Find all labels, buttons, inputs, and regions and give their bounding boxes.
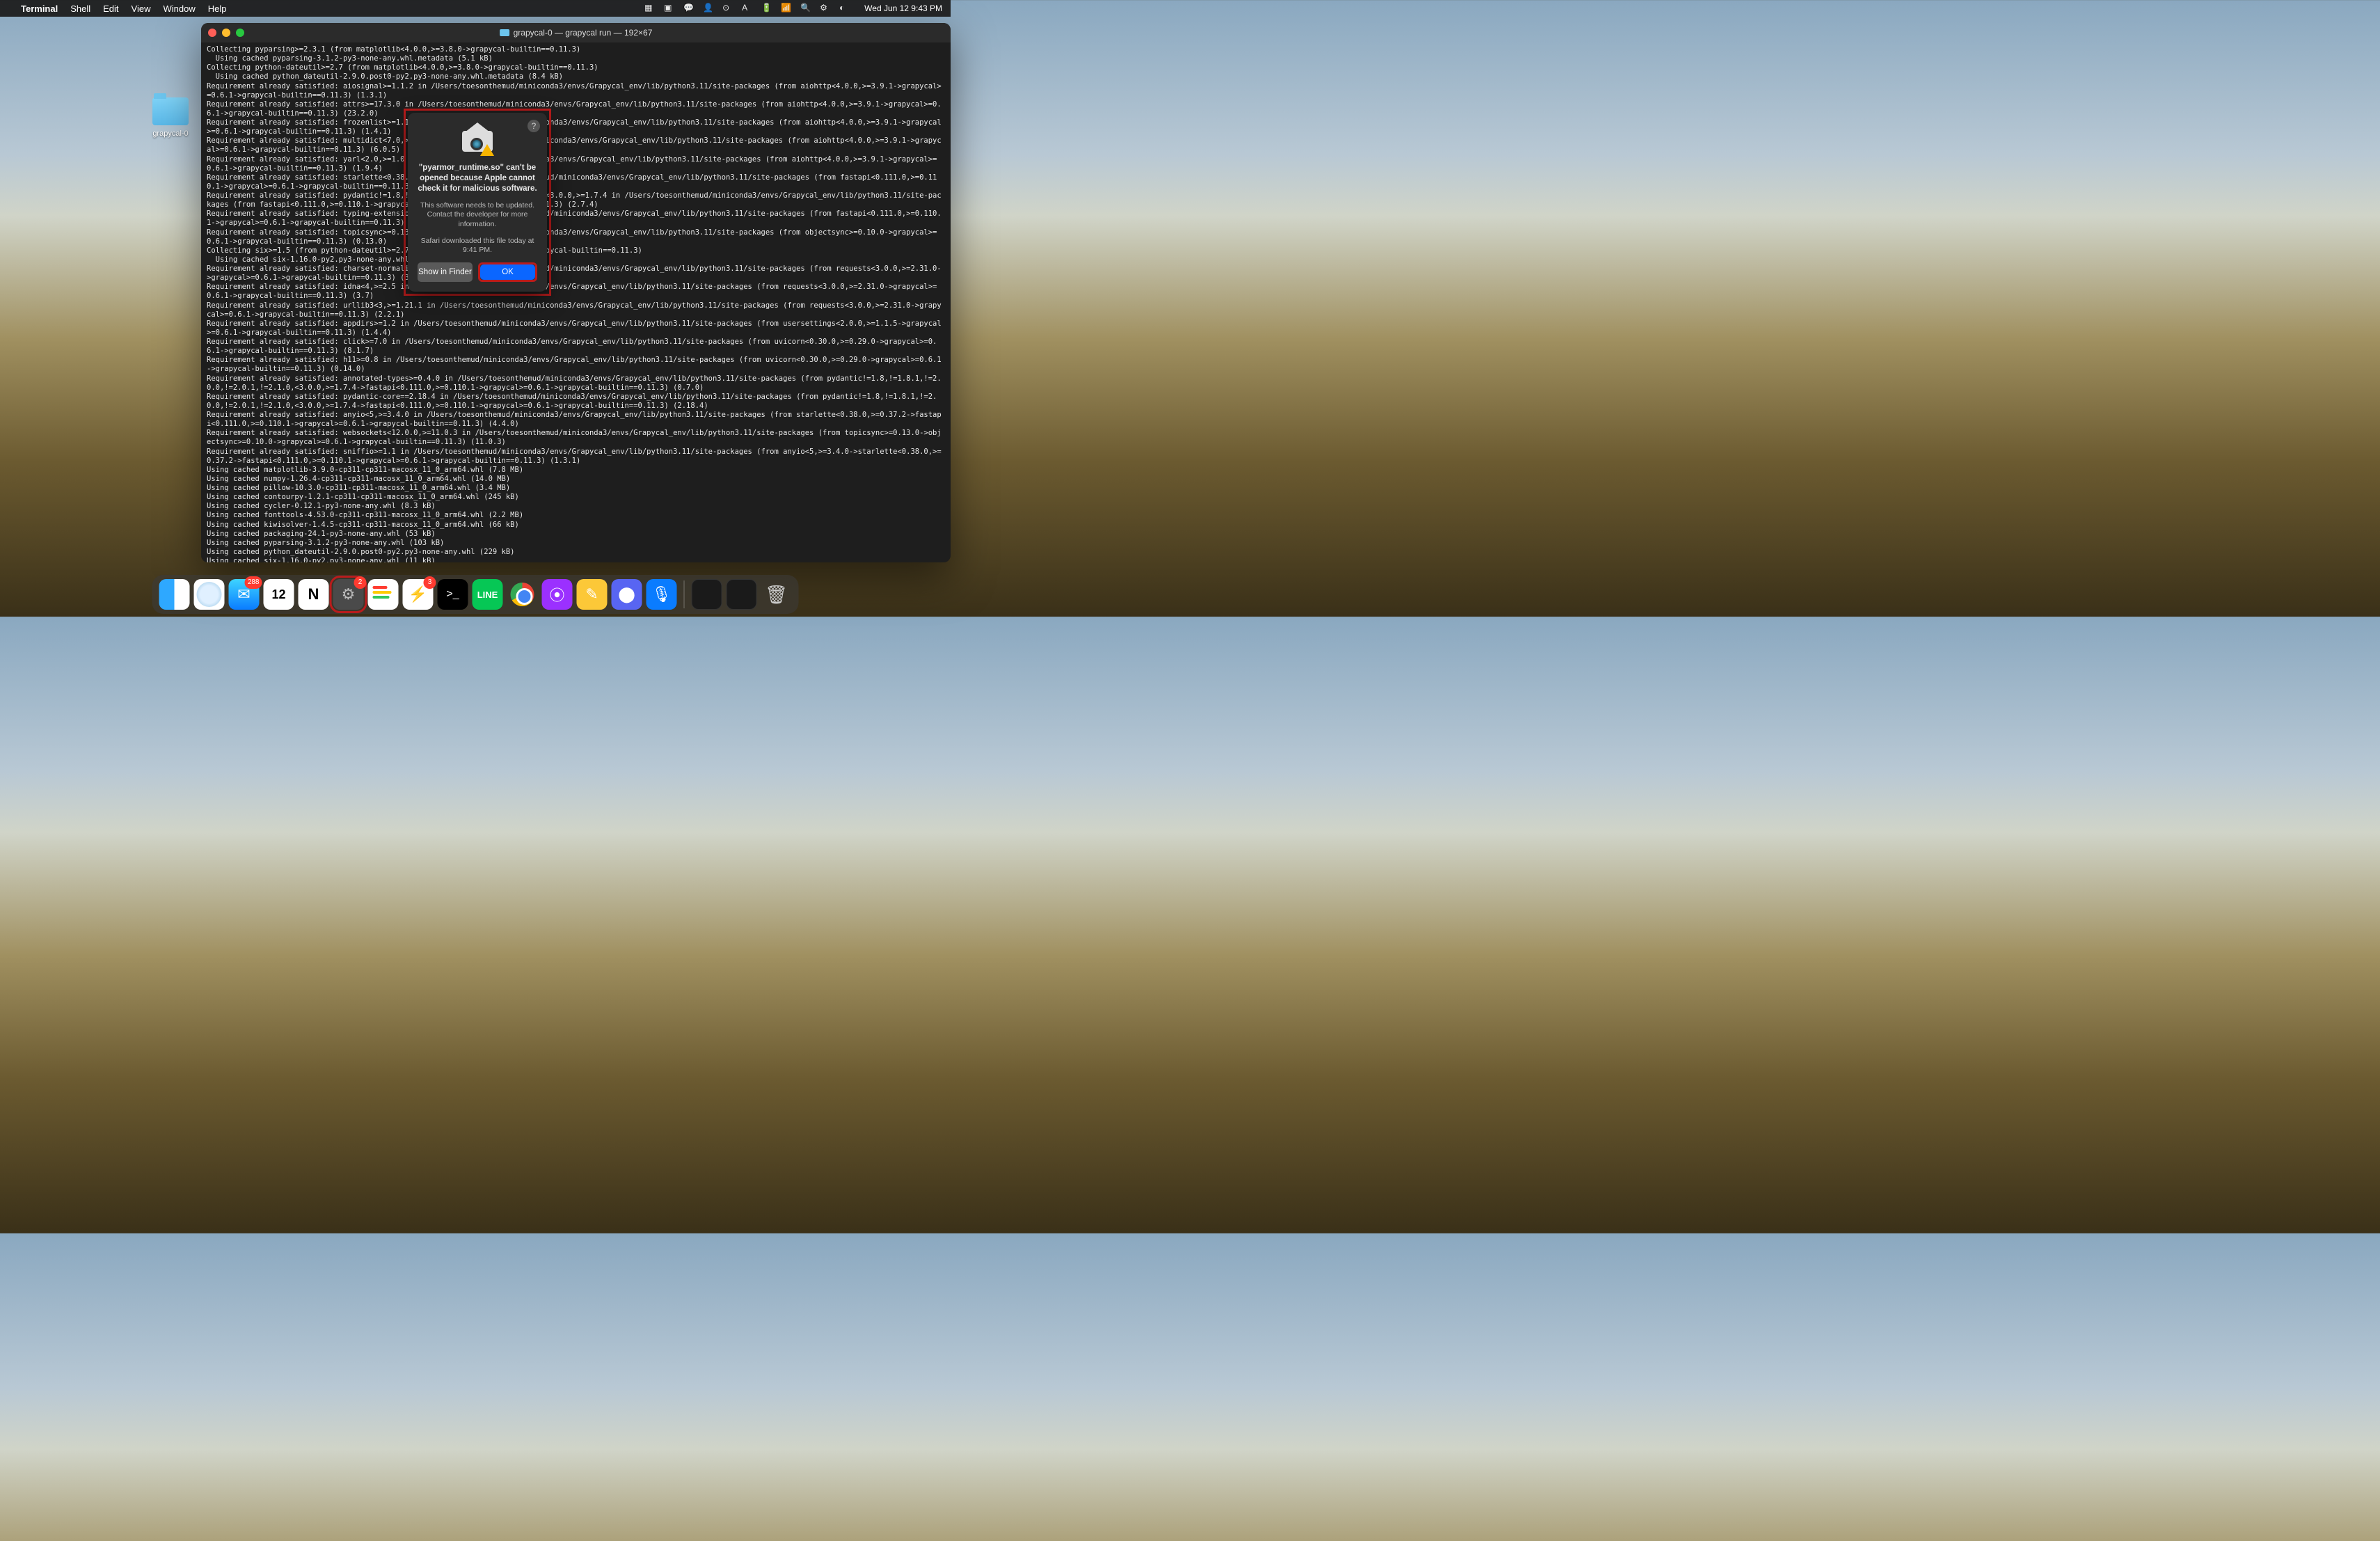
minimize-window-icon[interactable] bbox=[222, 29, 230, 37]
dock-notes[interactable]: ✎ bbox=[577, 579, 608, 610]
dock-notion[interactable]: N bbox=[299, 579, 329, 610]
desktop-folder-grapycal[interactable]: grapycal-0 bbox=[146, 97, 195, 138]
input-source-icon[interactable]: A bbox=[742, 3, 753, 14]
terminal-output[interactable]: Collecting pyparsing>=2.3.1 (from matplo… bbox=[201, 42, 951, 562]
stage-manager-icon[interactable]: ▦ bbox=[644, 3, 656, 14]
security-house-icon bbox=[461, 125, 494, 156]
control-center-icon[interactable]: ⚙ bbox=[820, 3, 831, 14]
dock: ✉288 12 N ⚙2 ⚡3 >_ LINE ⦿ ✎ ⬤ 🎙 🗑 bbox=[152, 575, 799, 614]
dialog-text-1: This software needs to be updated. Conta… bbox=[418, 201, 537, 230]
dock-reminders[interactable] bbox=[368, 579, 399, 610]
menu-shell[interactable]: Shell bbox=[70, 3, 90, 14]
spotlight-icon[interactable]: 🔍 bbox=[800, 3, 811, 14]
screen-mirror-icon[interactable]: ▣ bbox=[664, 3, 675, 14]
gatekeeper-dialog: ? "pyarmor_runtime.so" can't be opened b… bbox=[408, 113, 547, 292]
dock-minimized-window-2[interactable] bbox=[727, 579, 757, 610]
dock-finder[interactable] bbox=[159, 579, 190, 610]
dialog-title: "pyarmor_runtime.so" can't be opened bec… bbox=[418, 163, 537, 194]
dock-discord[interactable]: ⬤ bbox=[612, 579, 642, 610]
ok-button[interactable]: OK bbox=[480, 264, 535, 280]
dock-trash[interactable]: 🗑 bbox=[761, 579, 792, 610]
ok-button-highlight: OK bbox=[478, 262, 537, 282]
folder-mini-icon bbox=[500, 29, 509, 36]
dock-terminal[interactable]: >_ bbox=[438, 579, 468, 610]
battery-icon[interactable]: 🔋 bbox=[761, 3, 772, 14]
terminal-window: grapycal-0 — grapycal run — 192×67 Colle… bbox=[201, 23, 951, 562]
terminal-titlebar[interactable]: grapycal-0 — grapycal run — 192×67 bbox=[201, 23, 951, 42]
compass-icon bbox=[197, 582, 222, 607]
dock-messenger[interactable]: ⚡3 bbox=[403, 579, 434, 610]
dock-mail[interactable]: ✉288 bbox=[229, 579, 260, 610]
siri-icon[interactable]: ◐ bbox=[839, 3, 850, 14]
dock-voice-memos[interactable]: 🎙 bbox=[646, 579, 677, 610]
dock-line[interactable]: LINE bbox=[473, 579, 503, 610]
chrome-icon bbox=[511, 583, 534, 606]
dock-podcasts[interactable]: ⦿ bbox=[542, 579, 573, 610]
settings-badge: 2 bbox=[354, 576, 367, 589]
reminders-icon bbox=[373, 586, 394, 603]
maximize-window-icon[interactable] bbox=[236, 29, 244, 37]
dock-system-settings[interactable]: ⚙2 bbox=[333, 579, 364, 610]
dock-safari[interactable] bbox=[194, 579, 225, 610]
dock-chrome[interactable] bbox=[507, 579, 538, 610]
menu-window[interactable]: Window bbox=[164, 3, 196, 14]
user-avatar-icon[interactable]: 👤 bbox=[703, 3, 714, 14]
dock-minimized-window-1[interactable] bbox=[692, 579, 722, 610]
mail-badge: 288 bbox=[245, 576, 262, 589]
dialog-text-2: Safari downloaded this file today at 9:4… bbox=[418, 237, 537, 255]
menu-view[interactable]: View bbox=[132, 3, 151, 14]
menu-edit[interactable]: Edit bbox=[103, 3, 118, 14]
wifi-icon[interactable]: 📶 bbox=[781, 3, 792, 14]
dialog-highlight: ? "pyarmor_runtime.so" can't be opened b… bbox=[404, 109, 551, 296]
terminal-title: grapycal-0 — grapycal run — 192×67 bbox=[514, 28, 653, 38]
play-icon[interactable]: ⊙ bbox=[722, 3, 733, 14]
show-in-finder-button[interactable]: Show in Finder bbox=[418, 262, 473, 282]
menu-help[interactable]: Help bbox=[208, 3, 227, 14]
close-window-icon[interactable] bbox=[208, 29, 216, 37]
help-icon[interactable]: ? bbox=[527, 120, 540, 132]
chat-icon[interactable]: 💬 bbox=[683, 3, 695, 14]
folder-label: grapycal-0 bbox=[146, 129, 195, 138]
dock-calendar[interactable]: 12 bbox=[264, 579, 294, 610]
folder-icon bbox=[152, 97, 189, 125]
menubar-app-name[interactable]: Terminal bbox=[21, 3, 58, 14]
calendar-day: 12 bbox=[271, 587, 285, 602]
dock-separator bbox=[684, 580, 685, 608]
messenger-badge: 3 bbox=[424, 576, 436, 589]
menubar: Terminal Shell Edit View Window Help ▦ ▣… bbox=[0, 0, 951, 17]
menubar-clock[interactable]: Wed Jun 12 9:43 PM bbox=[864, 3, 942, 13]
